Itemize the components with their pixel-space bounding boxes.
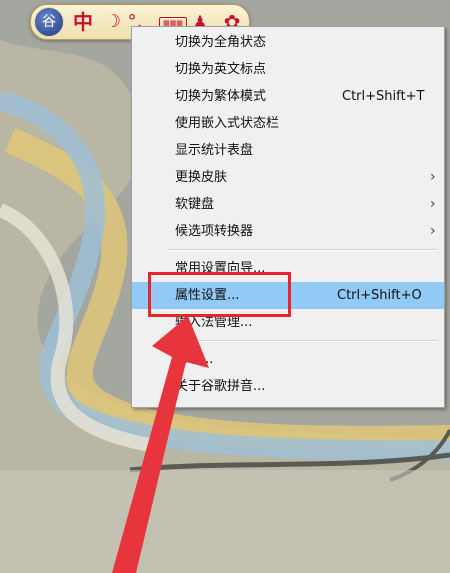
annotation-arrow [112,316,209,573]
